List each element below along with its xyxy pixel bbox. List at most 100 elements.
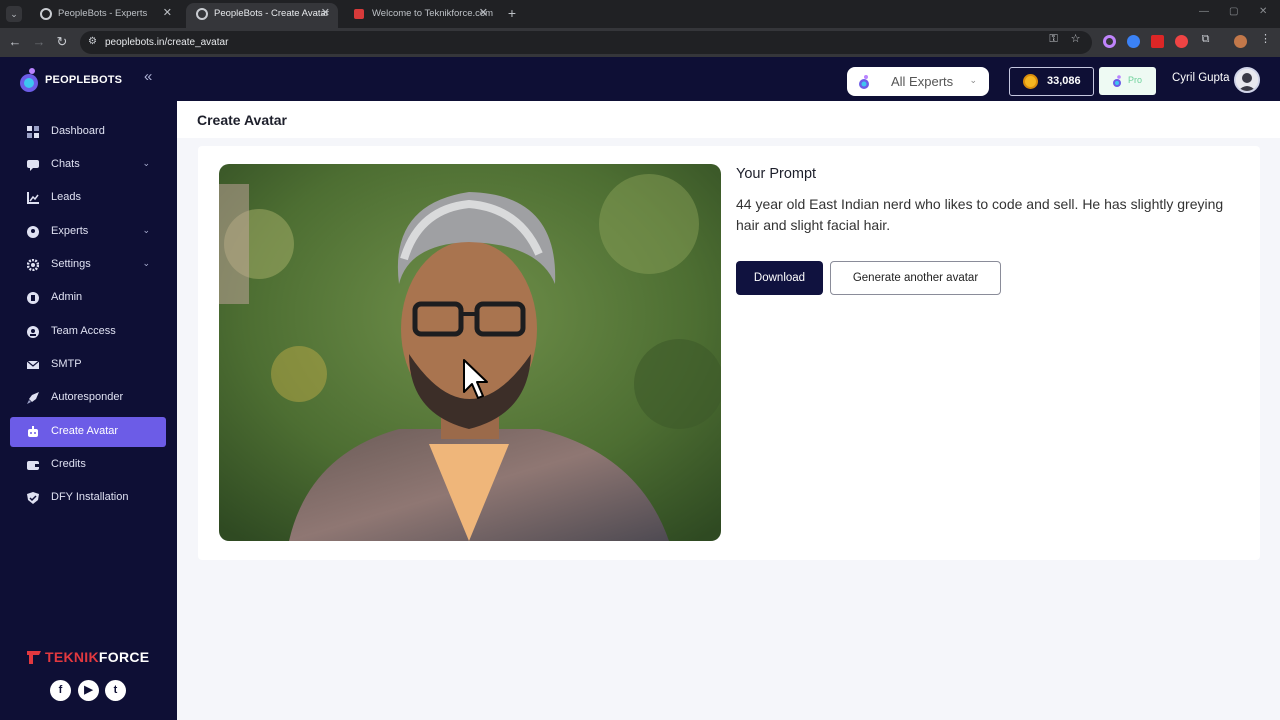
sidebar-item-settings[interactable]: Settings ⌄ — [10, 250, 166, 280]
logo-text: PEOPLEBOTS — [45, 74, 123, 86]
prompt-heading: Your Prompt — [736, 166, 817, 182]
sidebar-item-label: DFY Installation — [51, 491, 129, 503]
sidebar-item-dfy-installation[interactable]: DFY Installation — [10, 483, 166, 513]
expert-select-value: All Experts — [891, 74, 954, 89]
chat-icon — [27, 160, 39, 171]
plan-badge[interactable]: Pro — [1099, 67, 1156, 95]
browser-tab-experts[interactable]: PeopleBots - Experts ✕ — [30, 3, 180, 28]
sidebar-item-label: Chats — [51, 158, 80, 170]
browser-tab-create-avatar[interactable]: PeopleBots - Create Avatar ✕ — [186, 3, 338, 28]
tab-title: Welcome to Teknikforce.com — [372, 8, 494, 19]
back-icon[interactable]: ← — [7, 34, 23, 50]
teknikforce-logo[interactable]: TEKNIKFORCE — [27, 649, 149, 665]
plan-label: Pro — [1128, 75, 1143, 85]
minimize-icon[interactable]: — — [1199, 6, 1209, 17]
teknikforce-favicon-icon — [354, 9, 364, 19]
collapse-sidebar-icon[interactable]: « — [144, 69, 158, 84]
sidebar-item-dashboard[interactable]: Dashboard — [10, 117, 166, 147]
app-header: All Experts ⌄ 33,086 Pro Cyril Gupta — [177, 57, 1280, 101]
forward-icon[interactable]: → — [31, 34, 47, 50]
user-avatar-icon — [1236, 69, 1258, 91]
sidebar-item-label: Settings — [51, 258, 91, 270]
sidebar-item-experts[interactable]: Experts ⌄ — [10, 217, 166, 247]
youtube-icon[interactable]: ▶ — [78, 680, 99, 701]
extension-color-icon[interactable] — [1103, 35, 1116, 48]
generated-avatar-image — [219, 164, 721, 541]
peoplebots-favicon-icon — [196, 8, 208, 20]
peoplebots-mini-icon — [1113, 75, 1121, 87]
sidebar-item-label: SMTP — [51, 358, 82, 370]
sidebar-item-admin[interactable]: Admin — [10, 283, 166, 313]
tab-title: PeopleBots - Create Avatar — [214, 8, 329, 19]
sidebar-item-label: Team Access — [51, 325, 116, 337]
sidebar-item-chats[interactable]: Chats ⌄ — [10, 150, 166, 180]
maximize-icon[interactable]: ▢ — [1229, 6, 1238, 17]
robot-icon — [28, 426, 38, 437]
close-window-icon[interactable]: ✕ — [1259, 6, 1267, 17]
coin-icon — [1023, 74, 1038, 89]
mail-icon — [27, 360, 39, 369]
peoplebots-logo-icon — [20, 68, 38, 92]
experts-icon — [27, 226, 39, 238]
expert-select[interactable]: All Experts ⌄ — [847, 67, 989, 96]
sidebar-item-autoresponder[interactable]: Autoresponder — [10, 383, 166, 413]
wallet-icon — [27, 461, 39, 470]
chevron-down-icon: ⌄ — [142, 258, 150, 268]
extension-pokeball-icon[interactable] — [1175, 35, 1188, 48]
user-avatar[interactable] — [1234, 67, 1260, 93]
sidebar: PEOPLEBOTS « Dashboard Chats ⌄ Leads Exp… — [0, 57, 177, 720]
tab-title: PeopleBots - Experts — [58, 8, 148, 19]
password-key-icon[interactable]: ⚿ — [1047, 33, 1060, 46]
brand-part1: TEKNIK — [45, 649, 99, 665]
avatar-result-card: Your Prompt 44 year old East Indian nerd… — [198, 146, 1260, 560]
shield-check-icon — [27, 492, 39, 504]
facebook-icon[interactable]: f — [50, 680, 71, 701]
new-tab-button[interactable]: + — [505, 3, 519, 23]
profile-avatar-icon[interactable] — [1234, 35, 1247, 48]
address-bar[interactable]: ⚙ peoplebots.in/create_avatar — [80, 31, 1092, 54]
user-name[interactable]: Cyril Gupta — [1172, 72, 1230, 84]
extension-arrow-icon[interactable] — [1151, 35, 1164, 48]
sidebar-item-leads[interactable]: Leads — [10, 183, 166, 213]
brand-part2: FORCE — [98, 649, 150, 665]
grid-icon — [27, 126, 39, 138]
sidebar-item-label: Experts — [51, 225, 89, 237]
sidebar-item-smtp[interactable]: SMTP — [10, 350, 166, 380]
sidebar-item-label: Autoresponder — [51, 391, 124, 403]
twitter-icon[interactable]: t — [105, 680, 126, 701]
sidebar-item-label: Leads — [51, 191, 81, 203]
sidebar-item-team-access[interactable]: Team Access — [10, 317, 166, 347]
peoplebots-favicon-icon — [40, 8, 52, 20]
browser-menu-icon[interactable]: ⋮ — [1259, 33, 1272, 46]
tab-close-icon[interactable]: ✕ — [321, 3, 330, 24]
peoplebots-mini-icon — [859, 75, 869, 89]
url-text[interactable]: peoplebots.in/create_avatar — [105, 31, 228, 54]
chevron-down-icon: ⌄ — [142, 158, 150, 168]
extensions-puzzle-icon[interactable]: ⧉ — [1199, 33, 1212, 46]
tab-close-icon[interactable]: ✕ — [163, 3, 172, 24]
sidebar-item-label: Credits — [51, 458, 86, 470]
leads-chart-icon — [27, 192, 39, 204]
credits-balance[interactable]: 33,086 — [1009, 67, 1094, 96]
site-info-icon[interactable]: ⚙ — [88, 36, 100, 48]
bookmark-star-icon[interactable]: ☆ — [1069, 33, 1082, 46]
browser-toolbar: ← → ↻ ⚙ peoplebots.in/create_avatar ⚿ ☆ … — [0, 28, 1280, 57]
sidebar-item-label: Admin — [51, 291, 83, 303]
gear-icon — [27, 259, 39, 271]
tab-search-button[interactable]: ⌄ — [6, 6, 22, 22]
mouse-cursor-icon — [463, 359, 488, 399]
team-icon — [27, 326, 39, 338]
browser-tab-teknikforce[interactable]: Welcome to Teknikforce.com ✕ — [344, 3, 496, 28]
extension-globe-icon[interactable] — [1127, 35, 1140, 48]
rocket-icon — [27, 392, 39, 404]
sidebar-item-credits[interactable]: Credits — [10, 450, 166, 480]
sidebar-item-label: Create Avatar — [51, 425, 119, 437]
download-button[interactable]: Download — [736, 261, 823, 295]
generate-another-avatar-button[interactable]: Generate another avatar — [830, 261, 1001, 295]
sidebar-item-create-avatar[interactable]: Create Avatar — [10, 417, 166, 447]
credits-value: 33,086 — [1047, 75, 1081, 87]
tab-close-icon[interactable]: ✕ — [479, 3, 488, 24]
browser-tab-strip: ⌄ PeopleBots - Experts ✕ PeopleBots - Cr… — [0, 0, 1280, 28]
avatar-photo — [219, 164, 721, 541]
reload-icon[interactable]: ↻ — [54, 34, 70, 50]
